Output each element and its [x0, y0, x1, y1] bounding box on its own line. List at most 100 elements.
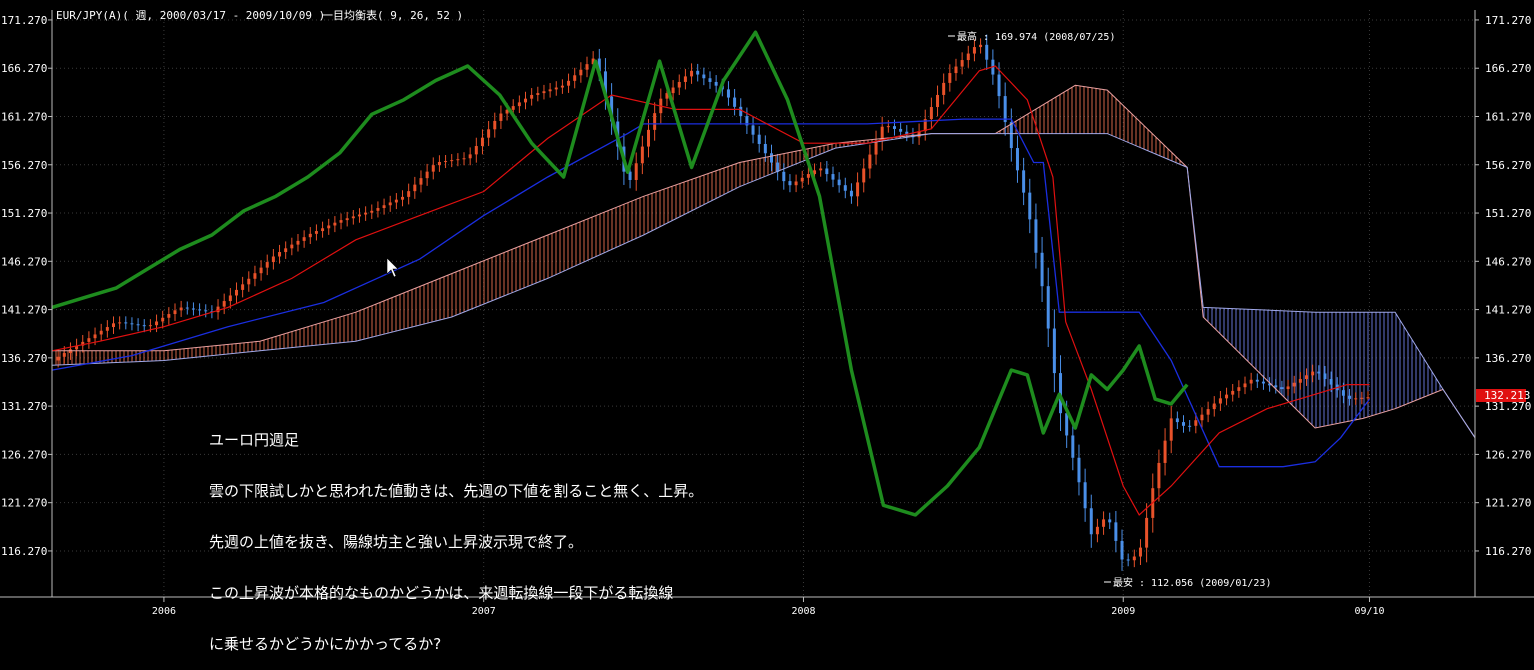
- candle-body: [296, 240, 300, 245]
- candle-body: [1120, 540, 1124, 560]
- candle-body: [376, 208, 380, 211]
- candle-body: [216, 306, 220, 313]
- candle-body: [1323, 373, 1327, 380]
- candle-body: [198, 309, 202, 311]
- candle-body: [653, 113, 657, 130]
- candle-body: [966, 53, 970, 61]
- candle-body: [1286, 386, 1290, 390]
- candle-body: [831, 174, 835, 180]
- candle-body: [788, 181, 792, 186]
- candle-body: [739, 106, 743, 117]
- candle-body: [253, 273, 257, 279]
- candle-body: [1298, 379, 1302, 383]
- candle-body: [204, 310, 208, 312]
- candle-body: [530, 94, 534, 99]
- y-tick-label-left: 126.270: [1, 448, 47, 461]
- candle-body: [1089, 508, 1093, 535]
- candle-body: [536, 93, 540, 95]
- candle-body: [782, 171, 786, 182]
- candle-body: [1225, 394, 1229, 399]
- candle-body: [462, 158, 466, 160]
- candle-body: [647, 129, 651, 147]
- y-tick-label-right: 161.270: [1485, 110, 1531, 123]
- candle-body: [1182, 422, 1186, 426]
- y-tick-label-left: 171.270: [1, 14, 47, 27]
- candle-body: [499, 113, 503, 121]
- candle-body: [585, 64, 589, 70]
- candle-body: [1243, 383, 1247, 388]
- candle-body: [1329, 379, 1333, 385]
- candle-body: [228, 295, 232, 302]
- candle-body: [579, 69, 583, 76]
- candle-body: [284, 248, 288, 253]
- high-annotation-text: 最高 : 169.974 (2008/07/25): [957, 30, 1115, 43]
- last-price-label: 132.213: [1484, 389, 1530, 402]
- candle-body: [1194, 420, 1198, 426]
- candle-body: [1040, 252, 1044, 287]
- candle-body: [1095, 526, 1099, 535]
- candle-body: [751, 125, 755, 135]
- candle-body: [351, 216, 355, 219]
- candle-body: [87, 338, 91, 342]
- candle-body: [517, 102, 521, 107]
- candle-body: [1231, 390, 1235, 395]
- candle-body: [634, 163, 638, 180]
- x-tick-label: 2008: [791, 606, 815, 617]
- comment-line: 先週の上値を抜き、陽線坊主と強い上昇波示現で終了。: [209, 533, 583, 551]
- y-tick-label-right: 171.270: [1485, 14, 1531, 27]
- candle-body: [167, 314, 171, 318]
- candle-body: [806, 174, 810, 178]
- y-tick-label-right: 166.270: [1485, 62, 1531, 75]
- candle-body: [1305, 375, 1309, 380]
- y-tick-label-left: 156.270: [1, 159, 47, 172]
- candle-body: [1003, 96, 1007, 123]
- candle-body: [148, 325, 152, 327]
- y-tick-label-left: 131.270: [1, 400, 47, 413]
- candle-body: [1249, 379, 1253, 384]
- x-tick-label: 2009: [1111, 606, 1135, 617]
- y-tick-label-right: 136.270: [1485, 352, 1531, 365]
- candle-body: [357, 214, 361, 217]
- comment-line: 雲の下限試しかと思われた値動きは、先週の下値を割ること無く、上昇。: [209, 482, 704, 500]
- y-tick-label-right: 156.270: [1485, 159, 1531, 172]
- candle-body: [825, 168, 829, 175]
- candle-body: [155, 321, 159, 326]
- candle-body: [763, 143, 767, 154]
- candle-body: [401, 196, 405, 200]
- candle-body: [474, 146, 478, 155]
- candle-body: [1157, 462, 1161, 489]
- y-tick-label-right: 121.270: [1485, 497, 1531, 510]
- candle-body: [1317, 371, 1321, 374]
- candle-body: [1175, 418, 1179, 423]
- candle-body: [677, 81, 681, 88]
- candle-body: [567, 80, 571, 86]
- y-tick-label-left: 161.270: [1, 110, 47, 123]
- candle-body: [542, 91, 546, 94]
- y-tick-label-left: 151.270: [1, 207, 47, 220]
- candle-body: [1237, 387, 1241, 391]
- candle-body: [892, 126, 896, 129]
- candle-body: [690, 70, 694, 77]
- candle-body: [1009, 122, 1013, 149]
- candle-body: [419, 178, 423, 185]
- candle-body: [899, 128, 903, 132]
- candle-body: [1366, 397, 1370, 399]
- candle-body: [960, 60, 964, 67]
- candle-body: [271, 256, 275, 263]
- y-tick-label-left: 136.270: [1, 352, 47, 365]
- candle-body: [118, 322, 122, 324]
- candle-body: [1145, 517, 1149, 548]
- last-price-tag: 132.213: [1476, 389, 1530, 402]
- candle-body: [573, 75, 577, 81]
- candle-body: [487, 129, 491, 138]
- candle-body: [234, 289, 238, 296]
- candle-body: [1360, 397, 1364, 399]
- candle-body: [321, 228, 325, 232]
- candle-body: [1188, 425, 1192, 427]
- candle-body: [62, 353, 66, 357]
- candle-body: [819, 168, 823, 171]
- x-tick-label: 2006: [152, 606, 176, 617]
- candle-body: [954, 66, 958, 74]
- candle-body: [1218, 398, 1222, 404]
- candle-body: [800, 177, 804, 182]
